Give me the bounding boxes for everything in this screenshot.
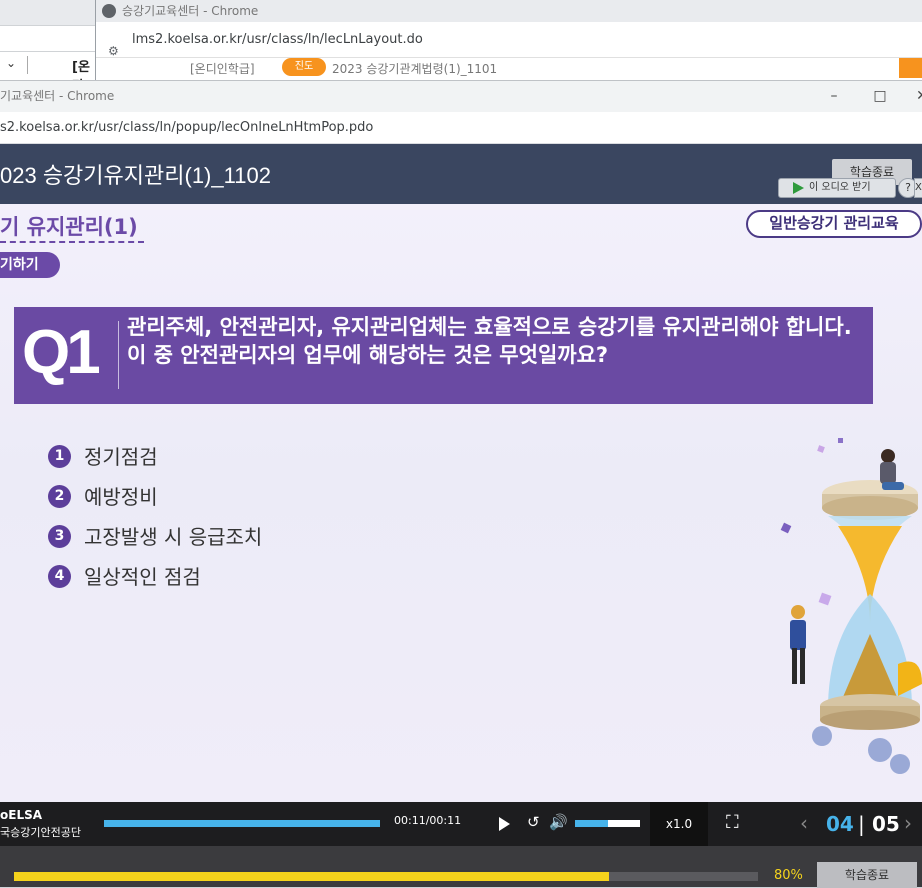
address-bar[interactable]: s2.koelsa.or.kr/usr/class/ln/popup/lecOn… [0,112,922,144]
learning-progress-bar [14,872,758,881]
koelsa-logo: oELSA [0,808,43,822]
volume-slider-fill [575,820,608,827]
chrome-icon [102,4,116,18]
option-number-badge: 1 [48,445,71,468]
option-label: 일상적인 점검 [84,565,201,589]
option-number-badge: 4 [48,565,71,588]
question-number: Q1 [22,318,101,387]
hourglass-illustration [780,438,922,774]
background-popup-window[interactable]: 승강기교육센터 - Chrome ⚙ lms2.koelsa.or.kr/usr… [95,0,922,80]
category-badge: 일반승강기 관리교육 [746,210,922,238]
page-separator: | [858,812,865,836]
background-popup-content: [온디인학급] 진도 2023 승강기관계법령(1)_1101 [96,58,922,80]
play-icon [793,182,804,194]
lesson-slide: 기 유지관리(1) 기하기 일반승강기 관리교육 Q1 관리주체, 안전관리자,… [0,204,922,802]
finish-learning-button-bottom[interactable]: 학습종료 [817,862,917,888]
fullscreen-icon[interactable]: ⛶ [726,812,739,833]
background-popup-url: lms2.koelsa.or.kr/usr/class/ln/lecLnLayo… [132,32,423,47]
course-header: 023 승강기유지관리(1)_1102 학습종료 이 오디오 받기 ? X [0,144,922,204]
address-url: s2.koelsa.or.kr/usr/class/ln/popup/lecOn… [0,120,374,135]
option-number-badge: 2 [48,485,71,508]
course-title: 023 승강기유지관리(1)_1102 [0,163,271,188]
timecode: 00:11/00:11 [394,814,462,827]
background-row [0,0,95,26]
chevron-down-icon[interactable]: ⌄ [6,56,28,74]
question-divider [118,321,119,389]
question-box: Q1 관리주체, 안전관리자, 유지관리업체는 효율적으로 승강기를 유지관리해… [14,307,873,404]
background-popup-course-type: [온디인학급] [190,62,255,76]
background-popup-orange-button[interactable] [899,58,922,78]
question-text: 관리주체, 안전관리자, 유지관리업체는 효율적으로 승강기를 유지관리해야 합… [127,315,852,367]
playback-speed-button[interactable]: x1.0 [650,802,708,846]
play-icon[interactable] [499,817,510,831]
background-popup-title: 승강기교육센터 - Chrome [96,0,922,22]
current-page-number: 04 [826,812,854,836]
next-page-icon[interactable]: › [904,811,912,835]
player-bar: oELSA 국승강기안전공단 00:11/00:11 ↺ 🔊 x1.0 ⛶ ‹ … [0,802,922,846]
volume-slider[interactable] [575,820,640,827]
audio-download-button[interactable]: 이 오디오 받기 [778,178,896,198]
option-label: 예방정비 [84,485,158,509]
seek-bar[interactable] [104,820,380,827]
learning-progress-fill [14,872,610,881]
minimize-icon[interactable]: – [826,87,842,105]
window-title: 기교육센터 - Chrome [0,89,115,103]
window-title-bar: 기교육센터 - Chrome – □ ✕ [0,80,922,112]
volume-icon[interactable]: 🔊 [549,813,568,831]
replay-icon[interactable]: ↺ [527,813,540,831]
section-title: 기 유지관리(1) [0,213,144,243]
background-popup-title-text: 승강기교육센터 - Chrome [122,4,259,18]
background-popup-url-bar[interactable]: ⚙ lms2.koelsa.or.kr/usr/class/ln/lecLnLa… [96,22,922,58]
audio-download-label: 이 오디오 받기 [809,182,871,193]
learning-progress-percent: 80% [774,868,803,883]
close-window-icon[interactable]: ✕ [914,87,922,105]
koelsa-logo-caption: 국승강기안전공단 [0,826,81,839]
background-page-strip: ⌄ [온라 [0,0,95,94]
background-popup-course-name: 2023 승강기관계법령(1)_1101 [332,62,498,76]
option-label: 고장발생 시 응급조치 [84,525,263,549]
previous-page-icon[interactable]: ‹ [800,811,808,835]
option-number-badge: 3 [48,525,71,548]
total-pages: 05 [872,812,900,836]
background-row [0,26,95,52]
maximize-icon[interactable]: □ [872,87,888,105]
option-label: 정기점검 [84,445,158,469]
close-icon[interactable]: X [914,178,922,198]
step-label: 기하기 [0,252,60,278]
background-popup-badge: 진도 [282,58,326,76]
learning-progress-area: 80% 학습종료 [0,846,922,888]
